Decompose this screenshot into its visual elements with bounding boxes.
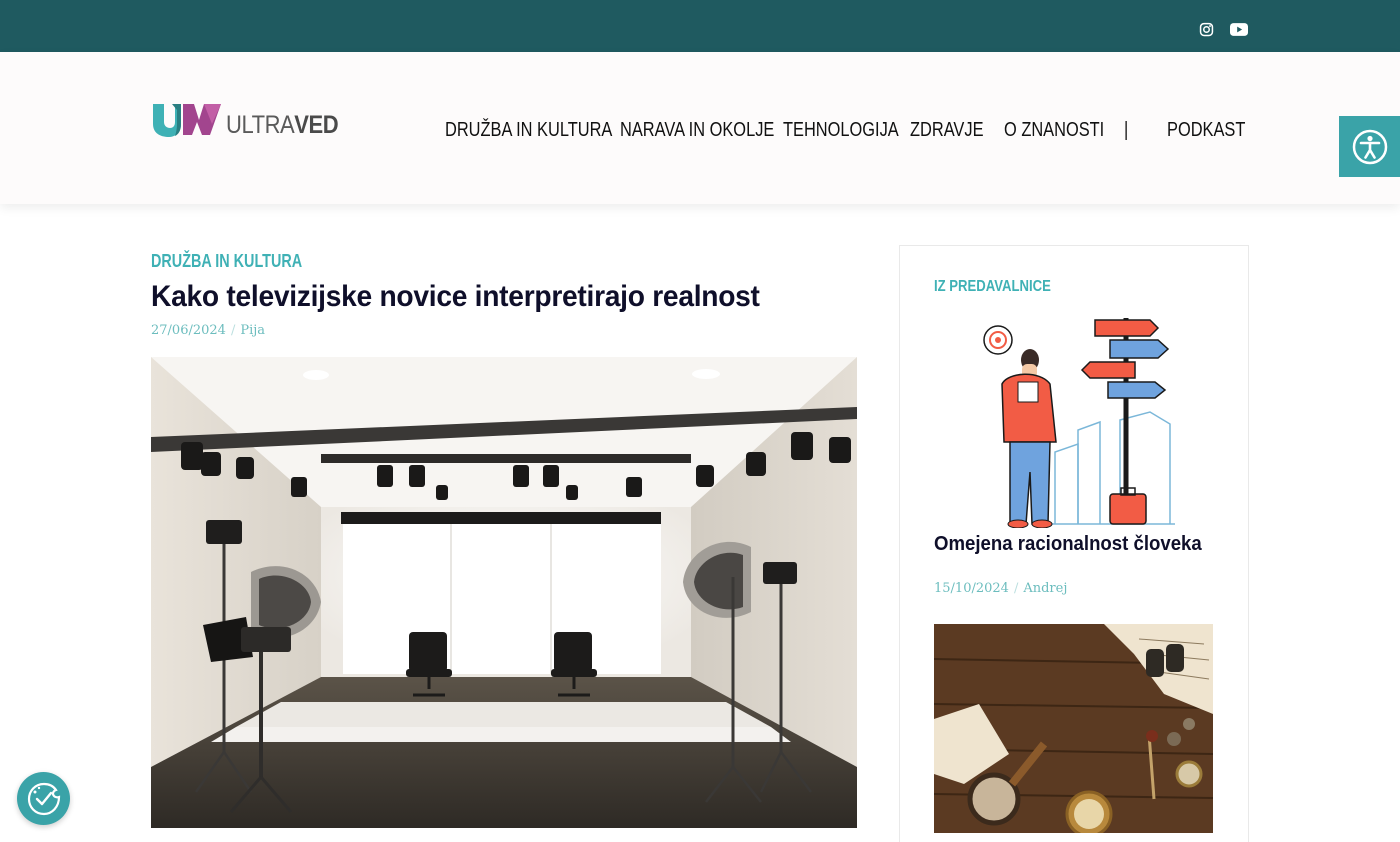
- tv-studio-photo: [151, 357, 857, 828]
- logo-mark: [153, 104, 221, 137]
- article-author[interactable]: Pija: [240, 323, 265, 338]
- accessibility-icon: [1352, 129, 1387, 164]
- nav-item-zdravje[interactable]: ZDRAVJE: [910, 116, 984, 144]
- sidebar-post-image[interactable]: [934, 624, 1213, 833]
- sidebar-post-title[interactable]: Omejena racionalnost človeka: [934, 531, 1202, 557]
- meta-separator: /: [1013, 581, 1019, 596]
- nav-item-o-znanosti[interactable]: O ZNANOSTI: [1004, 116, 1104, 144]
- article-hero-image[interactable]: [151, 357, 857, 828]
- site-header: ULTRAVED DRUŽBA IN KULTURA NARAVA IN OKO…: [0, 52, 1400, 204]
- cookie-consent-icon: [27, 782, 60, 815]
- sidebar-post-meta: 15/10/2024 / Andrej: [934, 580, 1067, 598]
- sidebar-post-author[interactable]: Andrej: [1023, 581, 1067, 596]
- nav-item-narava-in-okolje[interactable]: NARAVA IN OKOLJE: [620, 116, 774, 144]
- site-logo[interactable]: ULTRAVED: [152, 102, 354, 138]
- nav-divider: |: [1124, 119, 1129, 141]
- logo-text: ULTRAVED: [226, 111, 339, 139]
- nav-item-druzba-in-kultura[interactable]: DRUŽBA IN KULTURA: [445, 116, 612, 144]
- decision-signpost-illustration: [983, 318, 1175, 529]
- article-date: 27/06/2024: [151, 323, 226, 338]
- youtube-icon[interactable]: [1230, 20, 1248, 38]
- article-title[interactable]: Kako televizijske novice interpretirajo …: [151, 279, 760, 315]
- nav-item-podkast[interactable]: PODKAST: [1167, 116, 1245, 144]
- sidebar-heading: IZ PREDAVALNICE: [934, 278, 1051, 295]
- sidebar-post-date: 15/10/2024: [934, 581, 1009, 596]
- top-bar: [0, 0, 1400, 52]
- article-category[interactable]: DRUŽBA IN KULTURA: [151, 250, 302, 272]
- vintage-desk-photo: [934, 624, 1213, 833]
- nav-item-tehnologija[interactable]: TEHNOLOGIJA: [783, 116, 899, 144]
- article-meta: 27/06/2024 / Pija: [151, 322, 265, 340]
- instagram-icon[interactable]: [1197, 20, 1215, 38]
- sidebar-post-image[interactable]: [960, 312, 1190, 529]
- accessibility-button[interactable]: [1339, 116, 1400, 177]
- meta-separator: /: [230, 323, 236, 338]
- cookie-consent-button[interactable]: [17, 772, 70, 825]
